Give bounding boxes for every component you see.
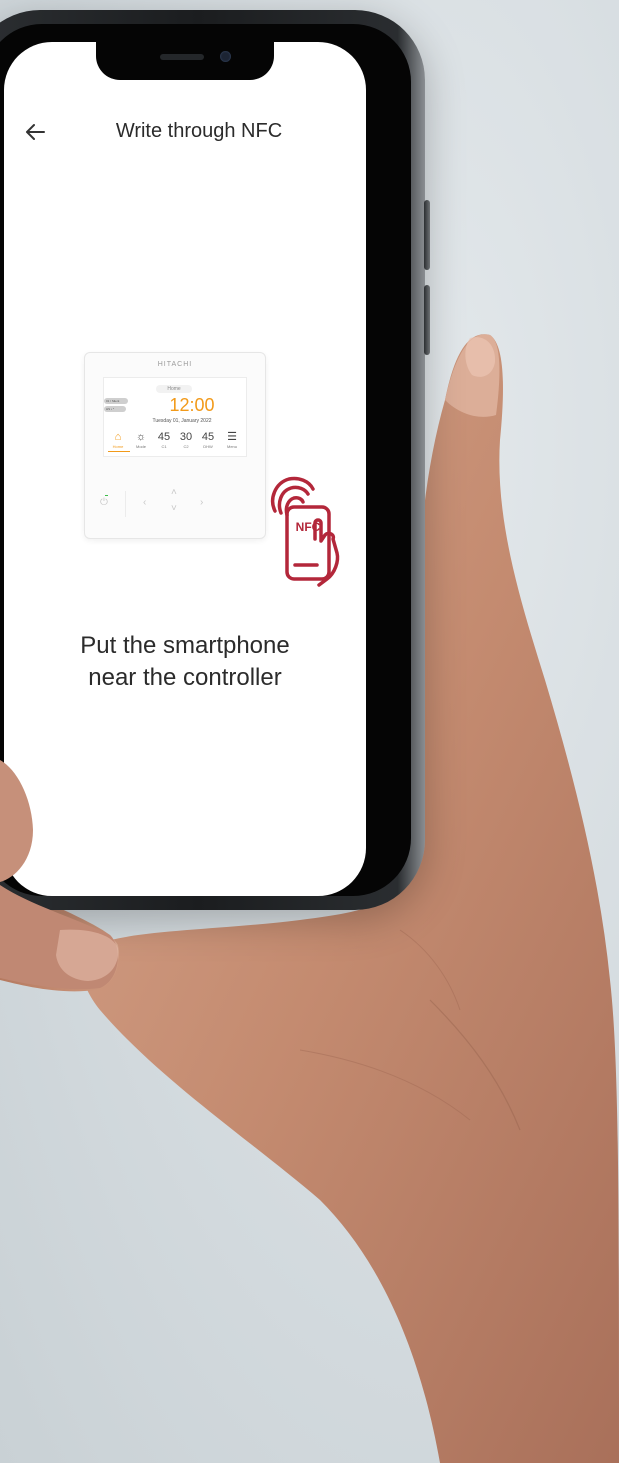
nfc-phone-icon: NFC: [270, 476, 340, 587]
photo-scene: Write through NFC HITACHI Home 01 / Sile…: [0, 0, 619, 1463]
temp-c2: 30 C2: [179, 431, 193, 449]
arrow-left-icon: [26, 124, 45, 140]
power-icon: ⏻: [100, 497, 108, 508]
temp-dhw: 45 DHW: [201, 431, 215, 449]
chevron-left-icon: ‹: [143, 497, 147, 508]
home-icon: ⌂ Home: [112, 431, 124, 449]
front-camera: [220, 51, 231, 62]
notch: [96, 42, 274, 80]
speaker-grille: [160, 54, 204, 60]
page-title: Write through NFC: [115, 120, 283, 142]
display-time: 12:00: [169, 395, 215, 415]
instruction-text: Put the smartphone near the controller: [24, 630, 346, 694]
smartphone: Write through NFC HITACHI Home 01 / Sile…: [0, 10, 430, 910]
power-led: [105, 495, 108, 496]
display-tab: Home: [156, 385, 192, 393]
phone-screen: Write through NFC HITACHI Home 01 / Sile…: [4, 42, 366, 896]
temp-c1: 45 C1: [157, 431, 171, 449]
app-header: Write through NFC: [4, 110, 366, 150]
menu-icon: ☰ Menu: [226, 431, 237, 449]
instruction-line: near the controller: [88, 664, 282, 691]
nfc-label: NFC: [296, 520, 321, 534]
volume-button: [424, 285, 430, 355]
chevron-up-icon: ˄: [171, 487, 177, 498]
controller-illustration: HITACHI Home 01 / Silent HS • * 12:00 Tu…: [74, 344, 366, 644]
display-items: ⌂ Home ☼ Mode 45 C1 30 C2 45 DHW ☰ Menu: [106, 430, 244, 452]
brand-logo: HITACHI: [157, 361, 193, 368]
instruction-line: Put the smartphone: [80, 632, 290, 659]
hitachi-controller: HITACHI Home 01 / Silent HS • * 12:00 Tu…: [84, 352, 266, 539]
back-button[interactable]: [24, 122, 46, 142]
display-pill: 01 / Silent: [104, 398, 128, 404]
volume-button: [424, 200, 430, 270]
sun-icon: ☼ Mode: [135, 431, 147, 449]
chevron-right-icon: ›: [200, 497, 204, 508]
chevron-down-icon: ˅: [171, 503, 177, 514]
controller-buttons: ⏻ ‹ ˄ ˅ ›: [85, 487, 265, 521]
display-pill: HS • *: [104, 406, 126, 412]
controller-display: Home 01 / Silent HS • * 12:00 Tuesday 01…: [103, 377, 247, 457]
display-date: Tuesday 01, January 2022: [152, 418, 212, 424]
active-underline: [108, 451, 130, 452]
divider: [125, 491, 126, 517]
